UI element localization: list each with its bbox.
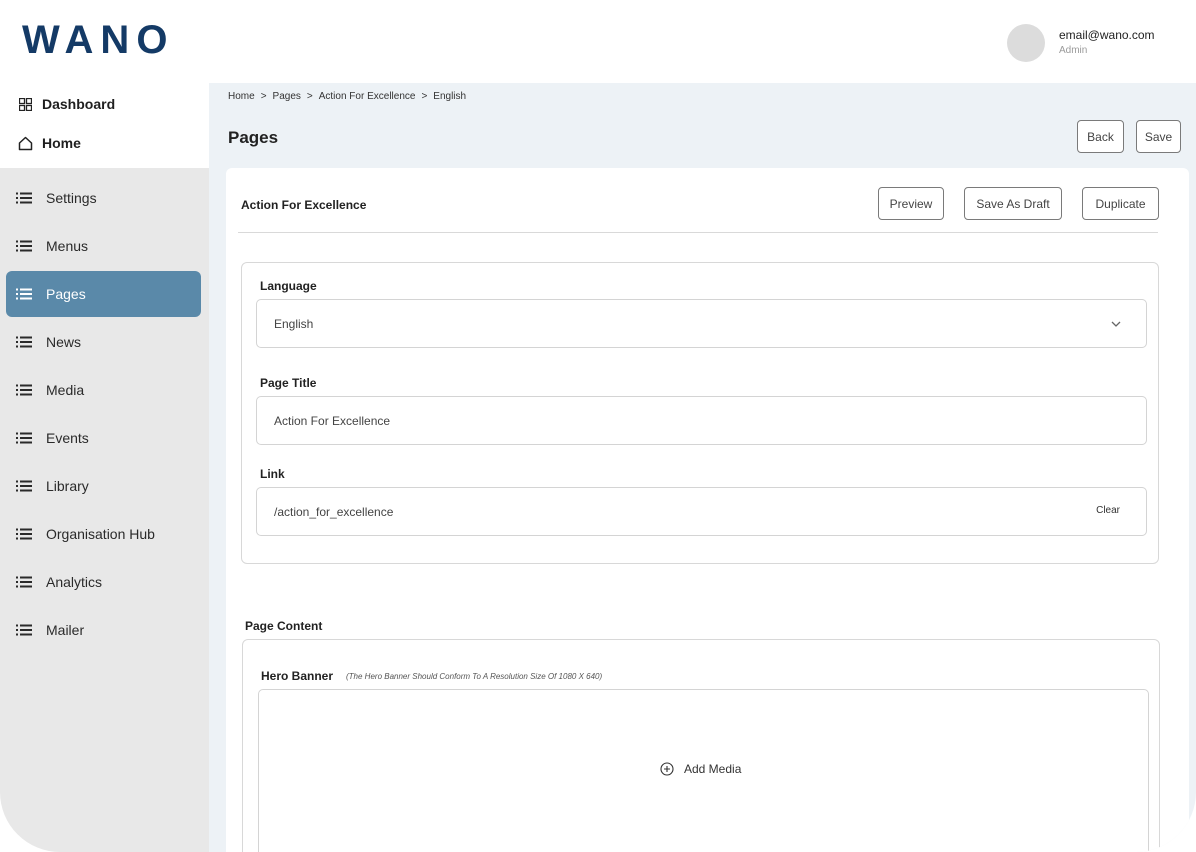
sidebar-item-label: News [46,334,82,350]
sidebar-item-news[interactable]: News [6,319,201,365]
plus-circle-icon [660,762,674,776]
page-title-label: Page Title [260,376,317,390]
sidebar-item-label: Settings [46,190,97,206]
sidebar-item-settings[interactable]: Settings [6,175,201,221]
sidebar-item-label: Library [46,478,89,494]
sidebar: Settings Menus Pages News Media Events L… [0,168,209,852]
sidebar-item-label: Pages [46,286,86,302]
list-icon [16,288,32,300]
breadcrumb-separator: > [306,91,313,102]
home-icon [17,135,33,151]
sidebar-item-events[interactable]: Events [6,415,201,461]
list-icon [16,240,32,252]
clear-button[interactable]: Clear [1096,505,1120,516]
list-icon [16,336,32,348]
sidebar-item-home[interactable]: Home [17,135,81,151]
link-input[interactable]: /action_for_excellence Clear [256,487,1147,536]
sidebar-item-media[interactable]: Media [6,367,201,413]
add-media-button[interactable]: Add Media [660,762,741,776]
breadcrumb-separator: > [421,91,428,102]
avatar[interactable] [1007,24,1045,62]
sidebar-top-section: Dashboard Home [0,83,209,168]
main-content: Home > Pages > Action For Excellence > E… [209,83,1196,852]
sidebar-item-label: Dashboard [42,96,116,112]
hero-media-dropzone[interactable]: Add Media [258,689,1149,852]
page-content-label: Page Content [245,619,323,633]
add-media-label: Add Media [684,762,742,776]
page-content-section: Hero Banner (The Hero Banner Should Conf… [242,639,1160,852]
page-title-value: Action For Excellence [274,413,391,428]
list-icon [16,528,32,540]
language-value: English [274,316,314,331]
sidebar-item-mailer[interactable]: Mailer [6,607,201,653]
sidebar-item-label: Analytics [46,574,103,590]
breadcrumb: Home > Pages > Action For Excellence > E… [228,91,466,102]
list-icon [16,432,32,444]
save-button[interactable]: Save [1136,120,1181,153]
page-editor-card: Action For Excellence Preview Save As Dr… [226,168,1189,852]
app-frame: WANO email@wano.com Admin Dashboard Home… [0,0,1196,852]
link-value: /action_for_excellence [274,504,394,519]
wano-logo[interactable]: WANO [22,18,174,63]
user-role: Admin [1059,45,1088,56]
page-title-input[interactable]: Action For Excellence [256,396,1147,445]
divider [238,232,1158,233]
preview-button[interactable]: Preview [878,187,944,220]
language-select[interactable]: English [256,299,1147,348]
sidebar-item-menus[interactable]: Menus [6,223,201,269]
sidebar-item-label: Mailer [46,622,85,638]
list-icon [16,384,32,396]
save-as-draft-button[interactable]: Save As Draft [964,187,1062,220]
sidebar-item-label: Menus [46,238,89,254]
hero-banner-label: Hero Banner [261,669,334,683]
breadcrumb-language: English [433,91,467,102]
list-icon [16,624,32,636]
language-label: Language [260,279,317,293]
sidebar-item-organisation-hub[interactable]: Organisation Hub [6,511,201,557]
sidebar-item-label: Organisation Hub [46,526,155,542]
breadcrumb-separator: > [260,91,267,102]
breadcrumb-pages[interactable]: Pages [273,91,301,102]
breadcrumb-home[interactable]: Home [228,91,255,102]
sidebar-item-library[interactable]: Library [6,463,201,509]
page-details-form: Language English Page Title Action For E… [241,262,1159,564]
card-title: Action For Excellence [241,198,367,212]
grid-icon [17,96,33,112]
list-icon [16,480,32,492]
breadcrumb-page[interactable]: Action For Excellence [319,91,416,102]
list-icon [16,576,32,588]
list-icon [16,192,32,204]
hero-banner-hint: (The Hero Banner Should Conform To A Res… [346,672,603,681]
sidebar-item-label: Home [42,135,81,151]
link-label: Link [260,467,285,481]
page-title: Pages [228,128,279,147]
back-button[interactable]: Back [1077,120,1124,153]
top-header: WANO email@wano.com Admin [0,0,1196,83]
sidebar-item-dashboard[interactable]: Dashboard [17,96,115,112]
duplicate-button[interactable]: Duplicate [1082,187,1159,220]
chevron-down-icon [1111,321,1121,327]
sidebar-item-label: Events [46,430,89,446]
user-email: email@wano.com [1059,28,1155,42]
sidebar-item-analytics[interactable]: Analytics [6,559,201,605]
sidebar-item-pages[interactable]: Pages [6,271,201,317]
sidebar-item-label: Media [46,382,85,398]
